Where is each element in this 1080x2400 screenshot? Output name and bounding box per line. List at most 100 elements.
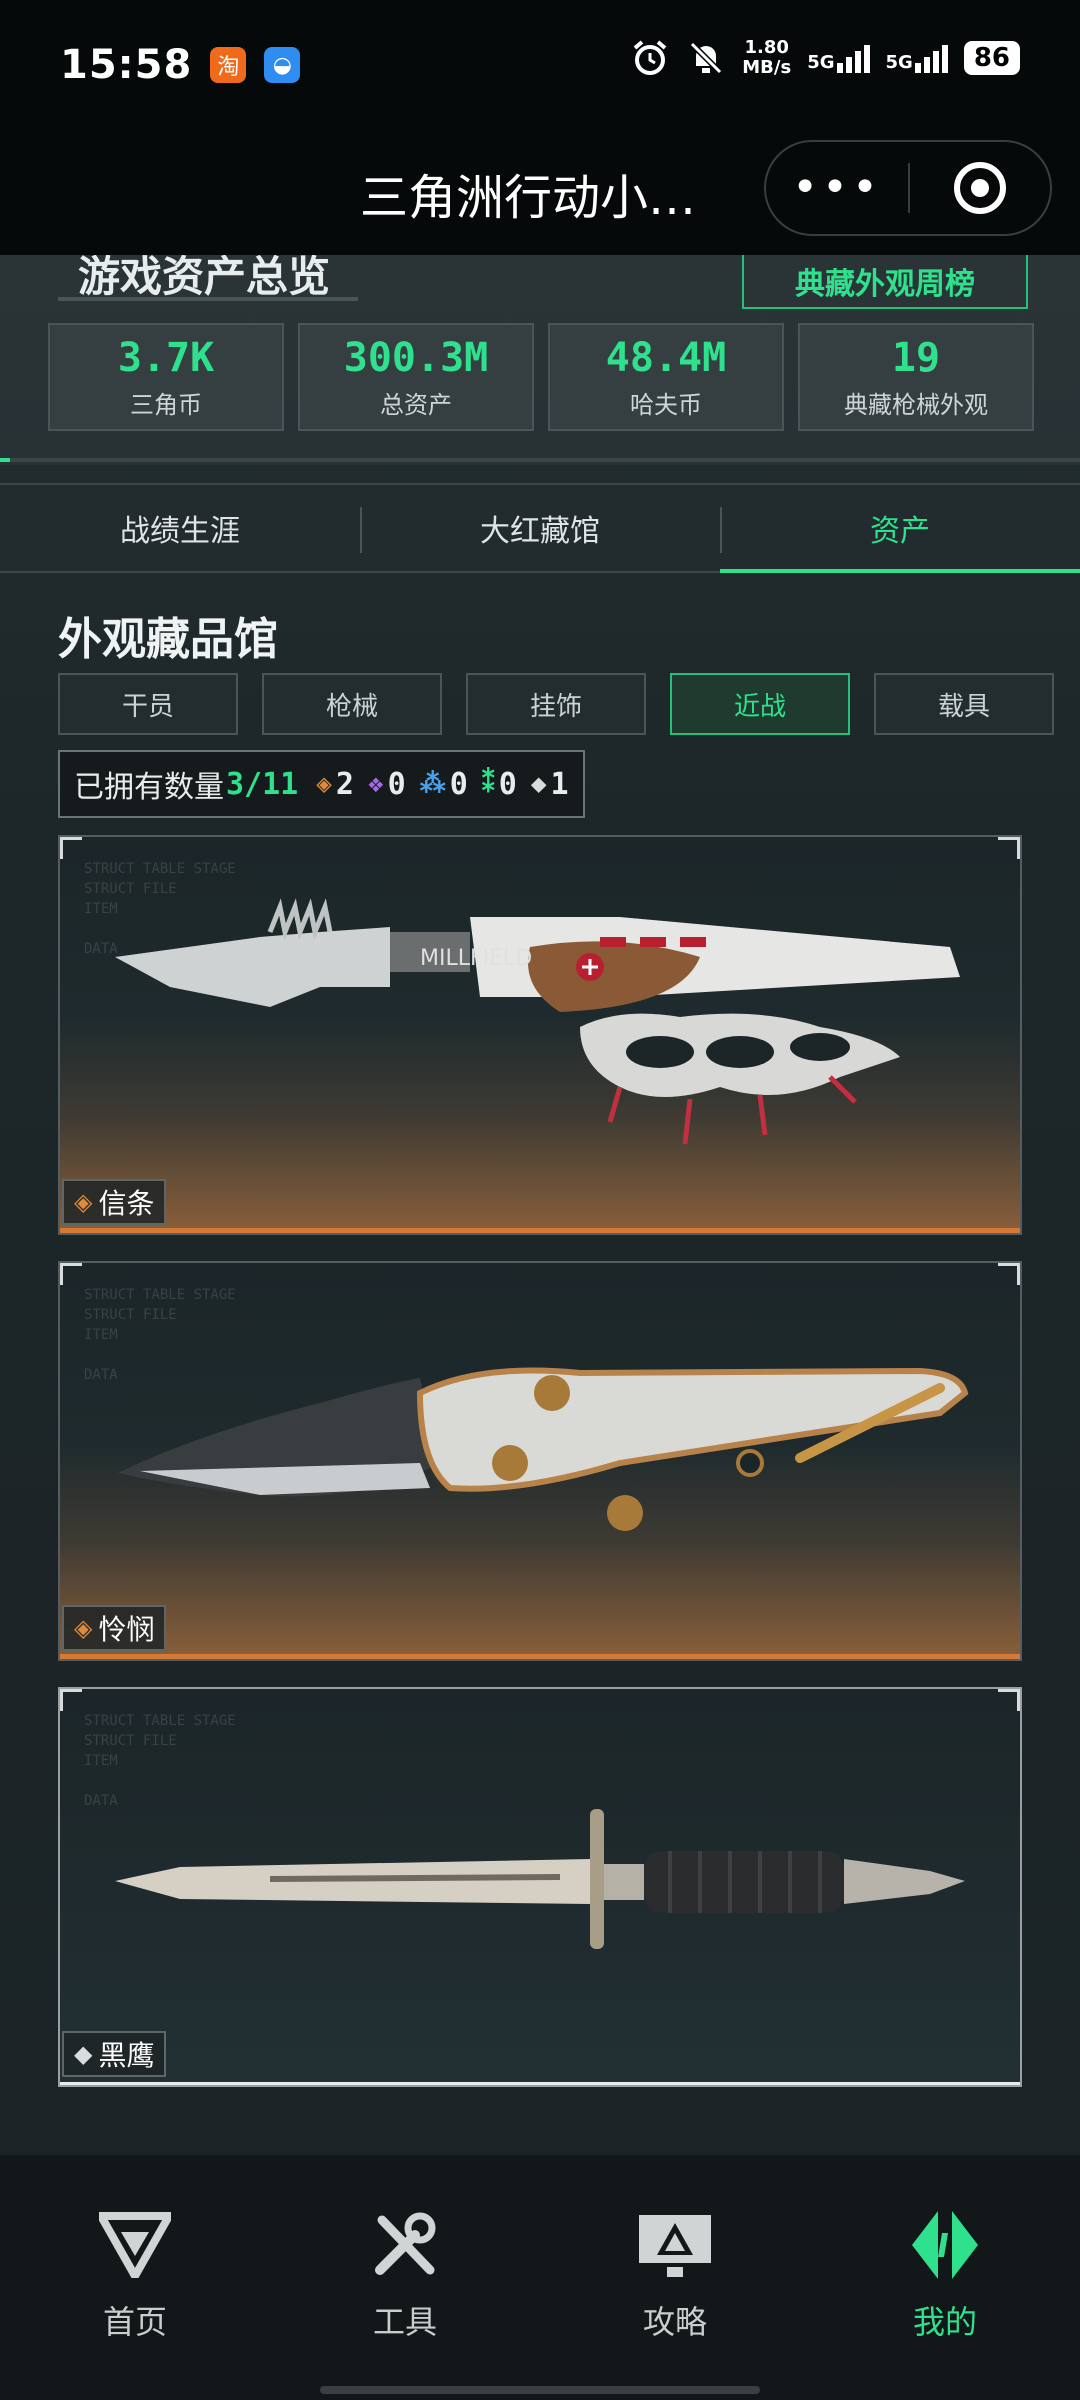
rarity-count-value: 0 bbox=[387, 766, 406, 802]
tab-assets[interactable]: 资产 bbox=[720, 485, 1080, 573]
stats-row: 3.7K 三角币 300.3M 总资产 48.4M 哈夫币 19 典藏枪械外观 bbox=[48, 323, 1034, 431]
speed-value: 1.80 bbox=[744, 37, 789, 58]
more-button[interactable]: ••• bbox=[766, 166, 908, 210]
network-speed: 1.80 MB/s bbox=[742, 38, 791, 78]
svg-text:MILLFIELD: MILLFIELD bbox=[420, 946, 532, 971]
card-corner bbox=[60, 837, 82, 859]
browser-icon: ◒ bbox=[264, 47, 301, 83]
signal-2: 5G bbox=[886, 43, 948, 73]
owned-count: 3/11 bbox=[226, 766, 299, 802]
close-mini-program-button[interactable] bbox=[910, 162, 1050, 214]
owned-label: 已拥有数量 bbox=[74, 770, 224, 805]
stat-value: 300.3M bbox=[343, 334, 489, 381]
stat-label: 哈夫币 bbox=[630, 390, 702, 419]
melee-item-card[interactable]: STRUCT TABLE STAGE STRUCT FILE ITEM DATA ◆ … bbox=[58, 1687, 1022, 2087]
blue-diamond-icon: ⁂ bbox=[419, 769, 446, 799]
purple-diamond-icon: ❖ bbox=[367, 769, 384, 799]
melee-item-card[interactable]: STRUCT TABLE STAGE STRUCT FILE ITEM DATA MI… bbox=[58, 835, 1022, 1235]
alarm-icon bbox=[633, 40, 667, 75]
rarity-bar bbox=[60, 1228, 1020, 1233]
rarity-bar bbox=[60, 2082, 1020, 2085]
card-corner bbox=[60, 1689, 82, 1711]
card-corner bbox=[998, 837, 1020, 859]
rarity-count-value: 0 bbox=[498, 766, 517, 802]
card-corner bbox=[998, 1689, 1020, 1711]
weekly-rank-button[interactable]: 典藏外观周榜 bbox=[742, 255, 1028, 309]
page-title: 三角洲行动小… bbox=[360, 170, 697, 226]
tools-icon bbox=[365, 2205, 445, 2285]
tab-red-collection[interactable]: 大红藏馆 bbox=[360, 485, 720, 571]
nav-label: 首页 bbox=[102, 2303, 167, 2341]
rarity-bar bbox=[60, 1654, 1020, 1659]
green-diamond-icon: ⁑ bbox=[481, 769, 495, 799]
item-name: 信条 bbox=[98, 1187, 155, 1220]
orange-diamond-icon: ◈ bbox=[74, 1614, 93, 1642]
white-diamond-icon: ◆ bbox=[74, 2040, 93, 2068]
nav-label: 攻略 bbox=[642, 2303, 707, 2341]
battery-level: 86 bbox=[963, 41, 1020, 75]
card-corner bbox=[998, 1263, 1020, 1285]
stat-card: 3.7K 三角币 bbox=[48, 323, 284, 431]
main-content[interactable]: 游戏资产总览 典藏外观周榜 3.7K 三角币 300.3M 总资产 48.4M … bbox=[0, 255, 1080, 2155]
melee-item-card[interactable]: STRUCT TABLE STAGE STRUCT FILE ITEM DATA ◈ … bbox=[58, 1261, 1022, 1661]
profile-emblem-icon bbox=[905, 2205, 985, 2285]
orange-diamond-icon: ◈ bbox=[74, 1188, 93, 1216]
item-name-tag: ◈ 怜悯 bbox=[62, 1605, 167, 1651]
category-filter: 干员 枪械 挂饰 近战 载具 bbox=[58, 673, 1054, 735]
signal-1: 5G bbox=[807, 43, 870, 73]
capsule-menu: ••• bbox=[764, 140, 1052, 236]
nav-tools[interactable]: 工具 bbox=[270, 2155, 540, 2400]
tab-career[interactable]: 战绩生涯 bbox=[0, 485, 360, 571]
item-name: 黑鹰 bbox=[98, 2039, 155, 2072]
mini-program-title-bar: 三角洲行动小… ••• bbox=[0, 130, 1080, 255]
rarity-count-blue: ⁂ 0 bbox=[420, 767, 468, 802]
knife-image-mercy bbox=[118, 1367, 969, 1531]
item-name-tag: ◈ 信条 bbox=[62, 1179, 167, 1225]
stat-value: 48.4M bbox=[605, 334, 727, 381]
stat-value: 19 bbox=[891, 334, 941, 381]
category-charms[interactable]: 挂饰 bbox=[466, 673, 646, 735]
stat-label: 典藏枪械外观 bbox=[844, 390, 988, 419]
status-time: 15:58 bbox=[60, 42, 193, 88]
asset-overview: 游戏资产总览 典藏外观周榜 3.7K 三角币 300.3M 总资产 48.4M … bbox=[0, 255, 1080, 465]
rarity-count-purple: ❖ 0 bbox=[368, 767, 406, 802]
guide-monitor-icon bbox=[635, 2205, 715, 2285]
overview-divider bbox=[0, 458, 1080, 462]
home-indicator[interactable] bbox=[320, 2386, 760, 2394]
white-diamond-icon: ◆ bbox=[530, 769, 547, 799]
bottom-nav: 首页 工具 攻略 我的 bbox=[0, 2155, 1080, 2400]
stat-label: 总资产 bbox=[380, 390, 452, 419]
net-type-1: 5G bbox=[807, 52, 835, 73]
stat-card: 300.3M 总资产 bbox=[298, 323, 534, 431]
signal-bars-icon bbox=[836, 43, 870, 73]
owned-summary: 已拥有数量 3/11 ◈ 2 ❖ 0 ⁂ 0 ⁑ 0 ◆ 1 bbox=[58, 750, 585, 818]
rarity-count-green: ⁑ 0 bbox=[482, 767, 517, 802]
signal-bars-icon bbox=[914, 43, 948, 73]
nav-home[interactable]: 首页 bbox=[0, 2155, 270, 2400]
rarity-count-value: 0 bbox=[449, 766, 468, 802]
overview-title-underline bbox=[58, 297, 358, 301]
main-tabs: 战绩生涯 大红藏馆 资产 bbox=[0, 483, 1080, 573]
stat-card: 48.4M 哈夫币 bbox=[548, 323, 784, 431]
stat-label: 三角币 bbox=[130, 390, 202, 419]
category-melee[interactable]: 近战 bbox=[670, 673, 850, 735]
nav-profile[interactable]: 我的 bbox=[810, 2155, 1080, 2400]
nav-guide[interactable]: 攻略 bbox=[540, 2155, 810, 2400]
knife-image-black-hawk bbox=[115, 1809, 965, 1949]
net-type-2: 5G bbox=[885, 52, 913, 73]
rarity-count-orange: ◈ 2 bbox=[316, 767, 354, 802]
rarity-count-white: ◆ 1 bbox=[531, 767, 569, 802]
category-guns[interactable]: 枪械 bbox=[262, 673, 442, 735]
delta-logo-icon bbox=[95, 2205, 175, 2285]
category-vehicles[interactable]: 载具 bbox=[874, 673, 1054, 735]
nav-label: 工具 bbox=[372, 2303, 437, 2341]
mute-bell-icon bbox=[690, 41, 723, 75]
stat-card: 19 典藏枪械外观 bbox=[798, 323, 1034, 431]
status-indicators: 1.80 MB/s 5G 5G 86 bbox=[630, 38, 1020, 78]
knife-image-creed: MILLFIELD bbox=[115, 898, 960, 1145]
orange-diamond-icon: ◈ bbox=[316, 769, 332, 799]
target-icon bbox=[953, 162, 1006, 214]
item-name: 怜悯 bbox=[98, 1613, 155, 1646]
category-operators[interactable]: 干员 bbox=[58, 673, 238, 735]
rarity-count-value: 1 bbox=[550, 766, 569, 802]
